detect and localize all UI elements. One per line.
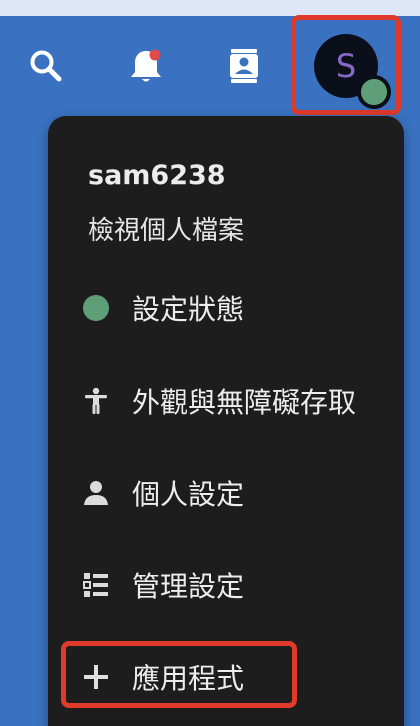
- plus-icon: [68, 649, 124, 705]
- menu-item-label: 個人設定: [132, 478, 245, 511]
- notification-badge: [149, 49, 161, 61]
- admin-list-icon: [68, 557, 124, 613]
- online-status-indicator: [357, 75, 391, 109]
- user-menu-dropdown: sam6238 檢視個人檔案 設定狀態 外觀與無障礙存取 個人設定 管理設定 應…: [48, 116, 404, 726]
- avatar-initial: S: [335, 47, 357, 85]
- view-profile-link[interactable]: 檢視個人檔案: [88, 210, 244, 247]
- search-icon: [30, 50, 62, 82]
- notifications-button[interactable]: [126, 46, 166, 86]
- search-button[interactable]: [26, 46, 66, 86]
- menu-item-apps[interactable]: 應用程式: [68, 649, 398, 705]
- menu-item-appearance-accessibility[interactable]: 外觀與無障礙存取: [68, 373, 398, 429]
- username: sam6238: [88, 160, 226, 191]
- menu-item-personal-settings[interactable]: 個人設定: [68, 465, 398, 521]
- menu-item-set-status[interactable]: 設定狀態: [68, 280, 398, 336]
- contacts-icon: [230, 49, 258, 83]
- menu-item-label: 管理設定: [132, 570, 245, 603]
- menu-item-label: 設定狀態: [132, 293, 245, 326]
- person-icon: [68, 465, 124, 521]
- contacts-button[interactable]: [224, 46, 264, 86]
- accessibility-icon: [68, 373, 124, 429]
- avatar-button[interactable]: S: [291, 15, 401, 115]
- menu-item-label: 應用程式: [132, 662, 245, 695]
- menu-item-admin-settings[interactable]: 管理設定: [68, 557, 398, 613]
- menu-item-label: 外觀與無障礙存取: [132, 386, 357, 419]
- bell-icon: [131, 49, 161, 82]
- status-dot-icon: [68, 280, 124, 336]
